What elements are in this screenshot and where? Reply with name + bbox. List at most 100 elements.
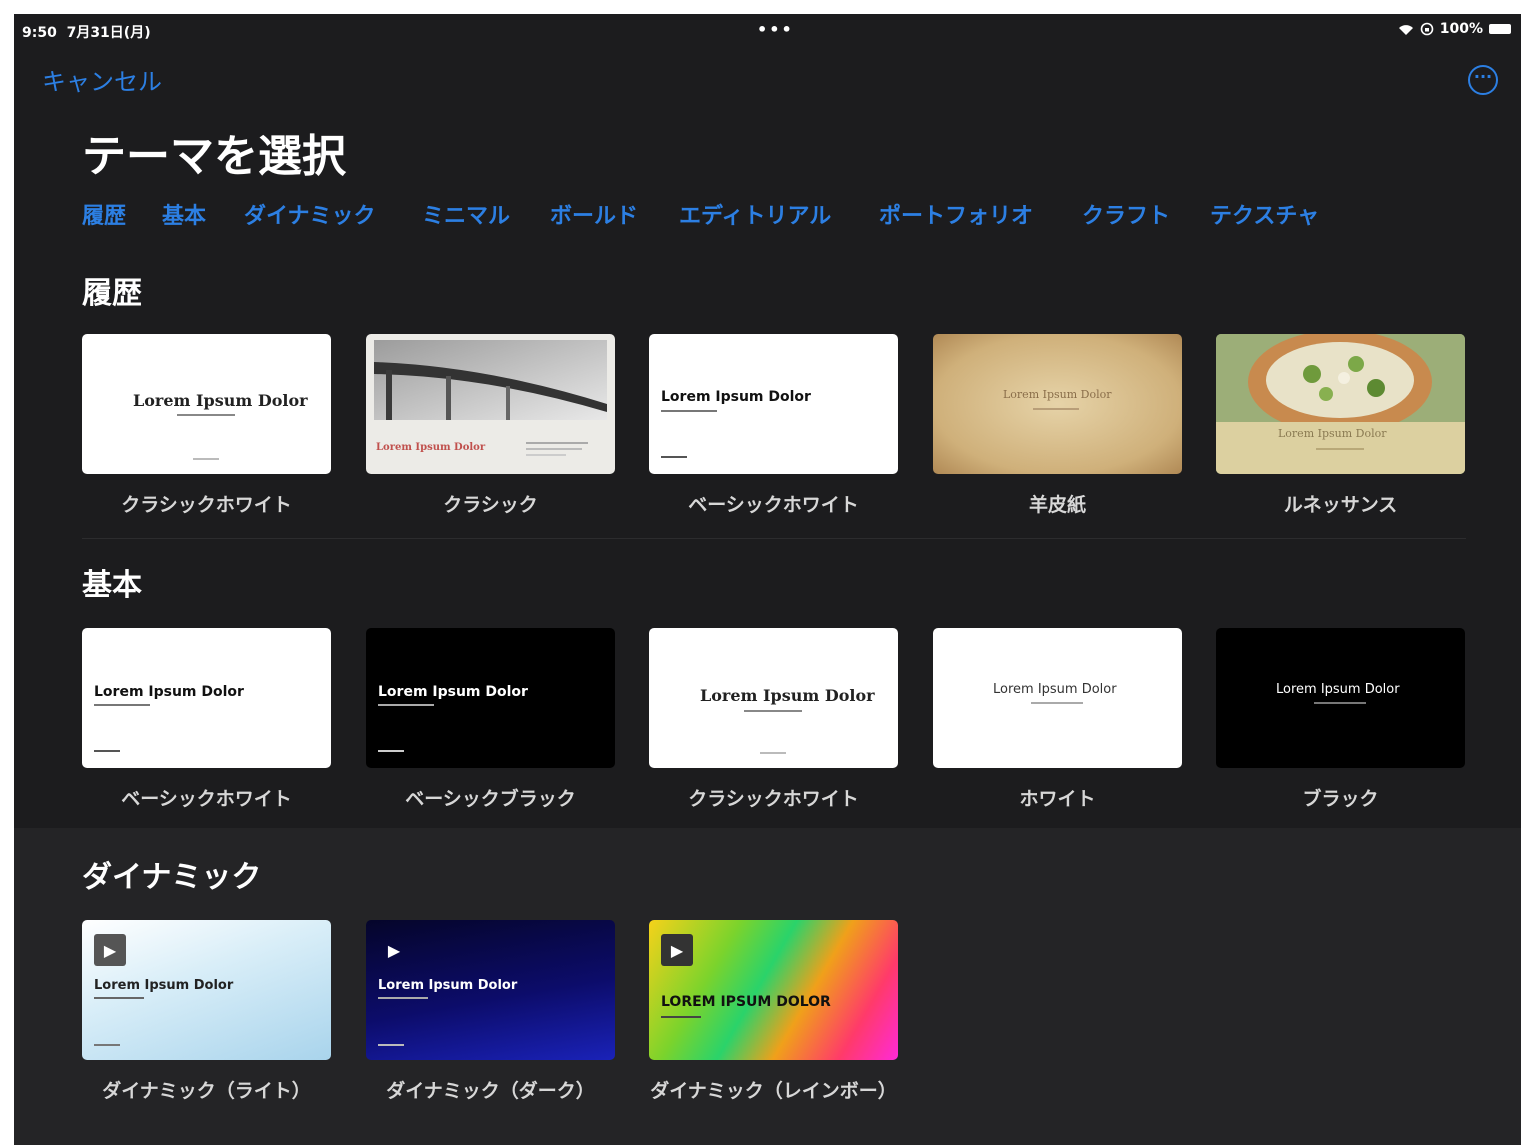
thumb-body-line — [526, 454, 566, 456]
thumb-title: Lorem Ipsum Dolor — [94, 978, 234, 993]
tab-texture[interactable]: テクスチャ — [1210, 198, 1319, 230]
thumb-footer — [661, 456, 687, 458]
thumb-title: Lorem Ipsum Dolor — [1003, 388, 1112, 401]
theme-thumbnail: Lorem Ipsum Dolor — [1216, 628, 1465, 768]
theme-card-basic-white-2[interactable]: Lorem Ipsum Dolor ベーシックホワイト — [82, 628, 331, 811]
theme-card-white[interactable]: Lorem Ipsum Dolor ホワイト — [933, 628, 1182, 811]
theme-thumbnail: Lorem Ipsum Dolor — [649, 334, 898, 474]
multitasking-dots[interactable]: ••• — [757, 20, 794, 39]
theme-thumbnail: ▶ Lorem Ipsum Dolor — [82, 920, 331, 1060]
tab-bold[interactable]: ボールド — [550, 198, 638, 230]
theme-label: ブラック — [1302, 788, 1379, 810]
thumb-footer — [94, 1044, 120, 1046]
thumb-title: Lorem Ipsum Dolor — [993, 682, 1117, 697]
ellipsis-circle-icon[interactable]: ··· — [1468, 65, 1498, 95]
status-time: 9:50 7月31日(月) — [22, 22, 151, 42]
section-title-dynamic: ダイナミック — [82, 860, 262, 895]
bridge-photo — [374, 340, 607, 420]
theme-label: ダイナミック（ライト） — [102, 1080, 311, 1102]
thumb-title: Lorem Ipsum Dolor — [378, 684, 528, 700]
theme-label: ダイナミック（ダーク） — [386, 1080, 595, 1102]
status-bar: 9:50 7月31日(月) ••• 100% — [14, 14, 1521, 46]
battery-icon — [1489, 24, 1511, 34]
cancel-button[interactable]: キャンセル — [42, 62, 162, 97]
thumb-subtitle — [1316, 448, 1364, 450]
theme-label: ベーシックホワイト — [688, 494, 859, 516]
thumb-subtitle — [94, 997, 144, 999]
thumb-title: Lorem Ipsum Dolor — [133, 391, 308, 410]
thumb-subtitle — [661, 410, 717, 412]
thumb-footer — [378, 1044, 404, 1046]
play-icon: ▶ — [387, 940, 401, 960]
rotation-lock-icon — [1420, 22, 1434, 36]
theme-label: ベーシックブラック — [405, 788, 576, 810]
section-divider — [82, 538, 1466, 539]
theme-card-dynamic-rainbow[interactable]: ▶ LOREM IPSUM DOLOR ダイナミック（レインボー） — [649, 920, 898, 1103]
theme-label: クラシック — [443, 494, 538, 516]
theme-card-parchment[interactable]: Lorem Ipsum Dolor 羊皮紙 — [933, 334, 1182, 517]
thumb-title: Lorem Ipsum Dolor — [700, 686, 875, 705]
play-icon: ▶ — [94, 934, 126, 966]
thumb-title: LOREM IPSUM DOLOR — [661, 994, 831, 1010]
theme-thumbnail: Lorem Ipsum Dolor — [933, 334, 1182, 474]
thumb-body-line — [526, 442, 588, 444]
thumb-subtitle — [378, 997, 428, 999]
tab-portfolio[interactable]: ポートフォリオ — [879, 198, 1033, 230]
tab-editorial[interactable]: エディトリアル — [679, 198, 831, 230]
battery-percent: 100% — [1439, 21, 1483, 37]
thumb-subtitle — [661, 1016, 701, 1018]
page-title: テーマを選択 — [82, 131, 346, 182]
thumb-body-line — [526, 448, 582, 450]
theme-label: 羊皮紙 — [1028, 494, 1086, 516]
theme-card-classic-white-2[interactable]: Lorem Ipsum Dolor クラシックホワイト — [649, 628, 898, 811]
theme-card-basic-black[interactable]: Lorem Ipsum Dolor ベーシックブラック — [366, 628, 615, 811]
theme-card-renaissance[interactable]: Lorem Ipsum Dolor ルネッサンス — [1216, 334, 1465, 517]
tab-minimal[interactable]: ミニマル — [422, 198, 510, 230]
theme-label: ダイナミック（レインボー） — [650, 1080, 897, 1102]
tab-recent[interactable]: 履歴 — [82, 198, 126, 230]
thumb-subtitle — [378, 704, 434, 706]
thumb-title: Lorem Ipsum Dolor — [661, 389, 811, 405]
theme-thumbnail: ▶ LOREM IPSUM DOLOR — [649, 920, 898, 1060]
tab-craft[interactable]: クラフト — [1082, 198, 1170, 230]
thumb-subtitle — [1314, 702, 1366, 704]
theme-thumbnail: Lorem Ipsum Dolor — [366, 334, 615, 474]
thumb-title: Lorem Ipsum Dolor — [1278, 427, 1387, 440]
theme-thumbnail: Lorem Ipsum Dolor — [1216, 334, 1465, 474]
theme-thumbnail: Lorem Ipsum Dolor — [933, 628, 1182, 768]
salad-photo — [1216, 334, 1465, 474]
thumb-title: Lorem Ipsum Dolor — [1276, 682, 1400, 697]
theme-label: ルネッサンス — [1283, 494, 1398, 516]
thumb-footer — [760, 752, 786, 754]
thumb-footer — [94, 750, 120, 752]
theme-thumbnail: Lorem Ipsum Dolor — [82, 628, 331, 768]
status-right: 100% — [1398, 21, 1511, 37]
thumb-title: Lorem Ipsum Dolor — [378, 978, 518, 993]
theme-label: ホワイト — [1019, 788, 1096, 810]
status-time-value: 9:50 — [22, 25, 57, 41]
theme-card-dynamic-dark[interactable]: ▶ Lorem Ipsum Dolor ダイナミック（ダーク） — [366, 920, 615, 1103]
theme-thumbnail: ▶ Lorem Ipsum Dolor — [366, 920, 615, 1060]
theme-card-classic-white[interactable]: Lorem Ipsum Dolor クラシックホワイト — [82, 334, 331, 517]
tab-dynamic[interactable]: ダイナミック — [244, 198, 376, 230]
thumb-subtitle — [1033, 408, 1079, 410]
tab-basic[interactable]: 基本 — [162, 198, 206, 230]
theme-card-dynamic-light[interactable]: ▶ Lorem Ipsum Dolor ダイナミック（ライト） — [82, 920, 331, 1103]
thumb-footer — [193, 458, 219, 460]
status-date: 7月31日(月) — [66, 25, 151, 41]
theme-card-black[interactable]: Lorem Ipsum Dolor ブラック — [1216, 628, 1465, 811]
theme-label: クラシックホワイト — [688, 788, 859, 810]
thumb-subtitle — [1031, 702, 1083, 704]
thumb-title: Lorem Ipsum Dolor — [94, 684, 244, 700]
thumb-footer — [378, 750, 404, 752]
thumb-subtitle — [94, 704, 150, 706]
theme-label: クラシックホワイト — [121, 494, 292, 516]
thumb-subtitle — [744, 710, 802, 712]
theme-card-basic-white[interactable]: Lorem Ipsum Dolor ベーシックホワイト — [649, 334, 898, 517]
play-icon: ▶ — [661, 934, 693, 966]
theme-label: ベーシックホワイト — [121, 788, 292, 810]
section-title-basic: 基本 — [82, 568, 142, 603]
theme-thumbnail: Lorem Ipsum Dolor — [82, 334, 331, 474]
theme-card-classic[interactable]: Lorem Ipsum Dolor クラシック — [366, 334, 615, 517]
theme-thumbnail: Lorem Ipsum Dolor — [366, 628, 615, 768]
